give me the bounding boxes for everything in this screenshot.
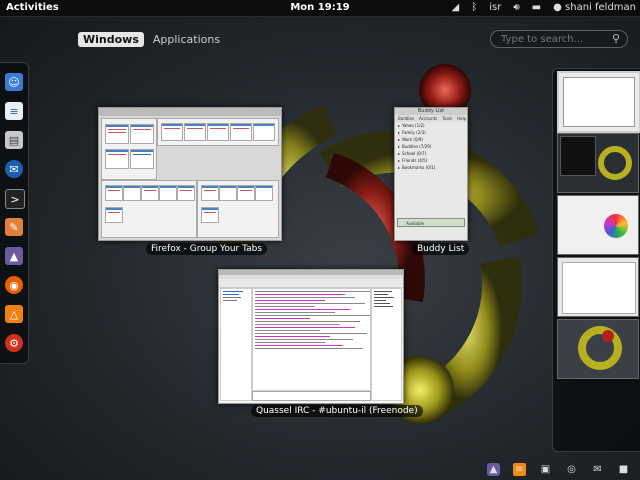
menu-accounts: Accounts [419,116,438,121]
menu-help: Help [457,116,467,121]
tab-thumbnail [130,124,154,144]
document-icon[interactable]: ≡ [513,463,526,476]
buddy-group: ▸ School (0/7) [398,151,427,156]
buddy-group-label: School (0/7) [402,151,427,156]
tab-thumbnail [253,123,275,141]
tab-thumbnail [219,185,237,201]
tab-thumbnail [105,207,123,223]
scribus-icon[interactable]: ✎ [5,218,23,236]
tab-thumbnail [123,185,141,201]
top-panel: Activities Mon 19:19 ◢ ᛒ isr 🔊︎ ▬ ● shan… [0,0,640,17]
tab-thumbnail [237,185,255,201]
menu-buddies: Buddies [398,116,415,121]
tab-group [157,118,279,146]
status-selector: Available [397,218,465,227]
tab-thumbnail [130,149,154,169]
workspace-2[interactable] [557,133,639,193]
buddy-group: ▸ Yahoo (1/2) [398,123,425,128]
tab-applications[interactable]: Applications [148,32,225,47]
tab-thumbnail [184,123,206,141]
wifi-icon[interactable]: ◢ [452,0,460,16]
battery-icon[interactable]: ▬ [532,0,541,16]
inkscape-icon[interactable]: ▲ [487,463,500,476]
window-thumbnail-buddy-list[interactable]: Buddy List Buddies Accounts Tools Help ▸… [394,107,468,241]
vlc-icon[interactable]: △ [5,305,23,323]
window-label-buddy-list: Buddy List [412,243,470,255]
chat-view [252,288,371,391]
tab-thumbnail [230,123,252,141]
buddy-group: ▸ Family (2/3) [398,130,426,135]
volume-icon[interactable]: 🔊︎ [513,0,519,16]
tab-thumbnail [159,185,177,201]
tab-thumbnail [105,149,129,169]
workspace-3[interactable] [557,195,639,255]
bluetooth-icon[interactable]: ᛒ [471,0,477,16]
screen-icon[interactable]: ▣ [539,463,552,476]
tab-windows[interactable]: Windows [78,32,144,47]
buddy-group-label: Bookmarks (0/1) [402,165,436,170]
workspace-1[interactable] [557,71,640,133]
menu-tools: Tools [442,116,453,121]
tab-thumbnail [105,124,129,144]
status-area: ◢ ᛒ isr 🔊︎ ▬ ● shani feldman [452,0,636,16]
file-manager-icon[interactable]: ▤ [5,131,23,149]
buddy-group: ▸ Friends (4/5) [398,158,428,163]
buddy-group-label: Family (2/3) [402,130,426,135]
workspace-switcher [552,68,640,452]
dash: ☺ ≡ ▤ ✉ > ✎ ▲ ◉ △ ⚙ [0,62,29,364]
window-thumbnail-quassel[interactable] [218,269,404,404]
overview-tabs: Windows Applications [78,32,225,47]
window-titlebar: Buddy List [395,108,467,115]
wireless-icon[interactable]: ◎ [565,463,578,476]
buddy-group-label: Friends (4/5) [402,158,428,163]
search-box[interactable]: ⚲ [490,30,628,48]
tab-group [101,118,157,180]
user-name: shani feldman [565,2,636,13]
tab-thumbnail [207,123,229,141]
buddy-group-label: Buddies (7/29) [402,144,432,149]
user-icon: ● [553,2,562,13]
thunderbird-icon[interactable]: ✉ [5,160,23,178]
quassel-toolbar [219,279,403,288]
mail-icon[interactable]: ✉ [591,463,604,476]
window-thumbnail-firefox[interactable] [98,107,282,241]
tab-group [197,180,279,238]
window-label-firefox: Firefox - Group Your Tabs [146,243,268,255]
tab-group [101,180,197,238]
search-icon: ⚲ [611,32,620,45]
channel-list [220,288,252,401]
tab-thumbnail [201,207,219,223]
buddy-group-label: Yahoo (1/2) [402,123,425,128]
keyboard-layout[interactable]: isr [489,0,501,16]
workspace-5[interactable] [557,319,639,379]
document-icon[interactable]: ≡ [5,102,23,120]
chat-input [252,391,371,401]
tab-thumbnail [161,123,183,141]
workspace-4[interactable] [557,257,639,317]
message-tray: ▲ ≡ ▣ ◎ ✉ ■ [487,463,630,476]
user-menu[interactable]: ● shani feldman [553,0,636,16]
buddy-menubar: Buddies Accounts Tools Help [395,115,467,122]
nick-list [371,288,402,401]
settings-icon[interactable]: ⚙ [5,334,23,352]
buddy-group-label: Work (0/9) [402,137,423,142]
buddy-group: ▸ Work (0/9) [398,137,423,142]
tab-thumbnail [255,185,273,201]
terminal-icon[interactable]: > [5,189,25,209]
empathy-icon[interactable]: ☺ [5,73,23,91]
inkscape-icon[interactable]: ▲ [5,247,23,265]
search-input[interactable] [499,33,613,46]
tab-thumbnail [141,185,159,201]
window-label-quassel: Quassel IRC - #ubuntu-il (Freenode) [251,405,423,417]
tab-thumbnail [201,185,219,201]
tab-thumbnail [177,185,195,201]
chat-icon[interactable]: ■ [617,463,630,476]
buddy-group: ▸ Buddies (7/29) [398,144,432,149]
buddy-group: ▸ Bookmarks (0/1) [398,165,436,170]
tab-thumbnail [105,185,123,201]
firefox-icon[interactable]: ◉ [5,276,23,294]
buddy-status-bar [397,229,465,238]
window-titlebar [99,108,281,116]
